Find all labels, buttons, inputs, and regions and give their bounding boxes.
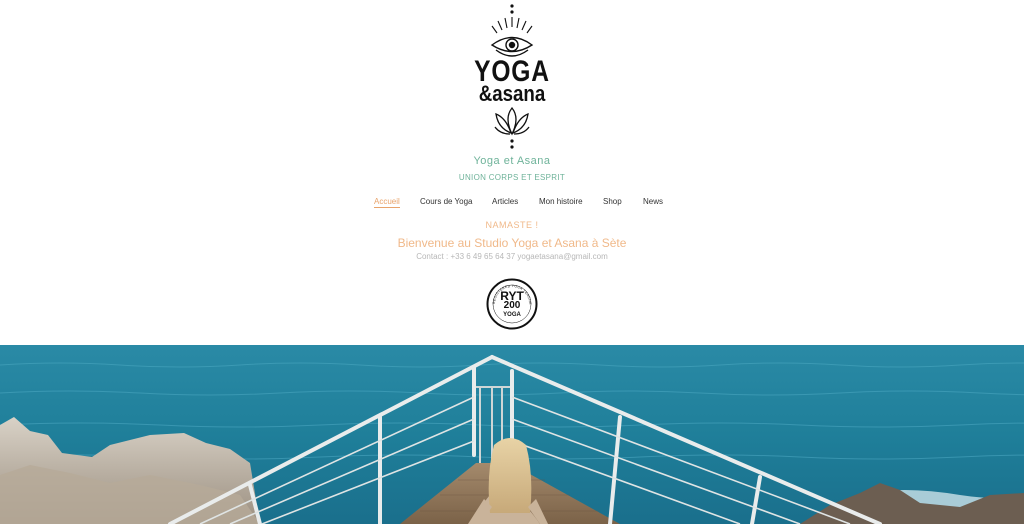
sun-rays	[491, 17, 533, 34]
site-tagline: UNION CORPS ET ESPRIT	[458, 173, 566, 182]
site-logo[interactable]: YOGA &asana	[462, 0, 562, 156]
nav-item-cours-de-yoga[interactable]: Cours de Yoga	[420, 197, 473, 206]
hero-sea-pier-illustration	[0, 345, 1024, 524]
site-title: Yoga et Asana	[473, 155, 551, 167]
nav-item-news[interactable]: News	[643, 197, 663, 206]
eye-icon	[490, 36, 534, 57]
badge-number-label: 200	[503, 300, 521, 311]
hero-image	[0, 345, 1024, 524]
nav-item-shop[interactable]: Shop	[603, 197, 622, 206]
nav-item-mon-histoire[interactable]: Mon histoire	[539, 197, 583, 206]
nav-item-accueil[interactable]: Accueil	[374, 197, 400, 208]
main-navigation: Accueil Cours de Yoga Articles Mon histo…	[0, 197, 1024, 211]
greeting-text: NAMASTE !	[485, 220, 539, 230]
ryt-200-badge: REGISTERED YOGA TEACHER RYT 200 YOGA	[485, 275, 538, 330]
page: YOGA &asana Yoga et Asana UNION CORPS ET…	[0, 0, 1024, 524]
nav-item-articles[interactable]: Articles	[492, 197, 518, 206]
logo-word-asana: &asana	[478, 81, 546, 106]
lotus-icon	[494, 106, 530, 136]
contact-info: Contact : +33 6 49 65 64 37 yogaetasana@…	[416, 252, 608, 261]
badge-yoga-label: YOGA	[503, 312, 521, 318]
welcome-headline: Bienvenue au Studio Yoga et Asana à Sète	[397, 236, 627, 250]
